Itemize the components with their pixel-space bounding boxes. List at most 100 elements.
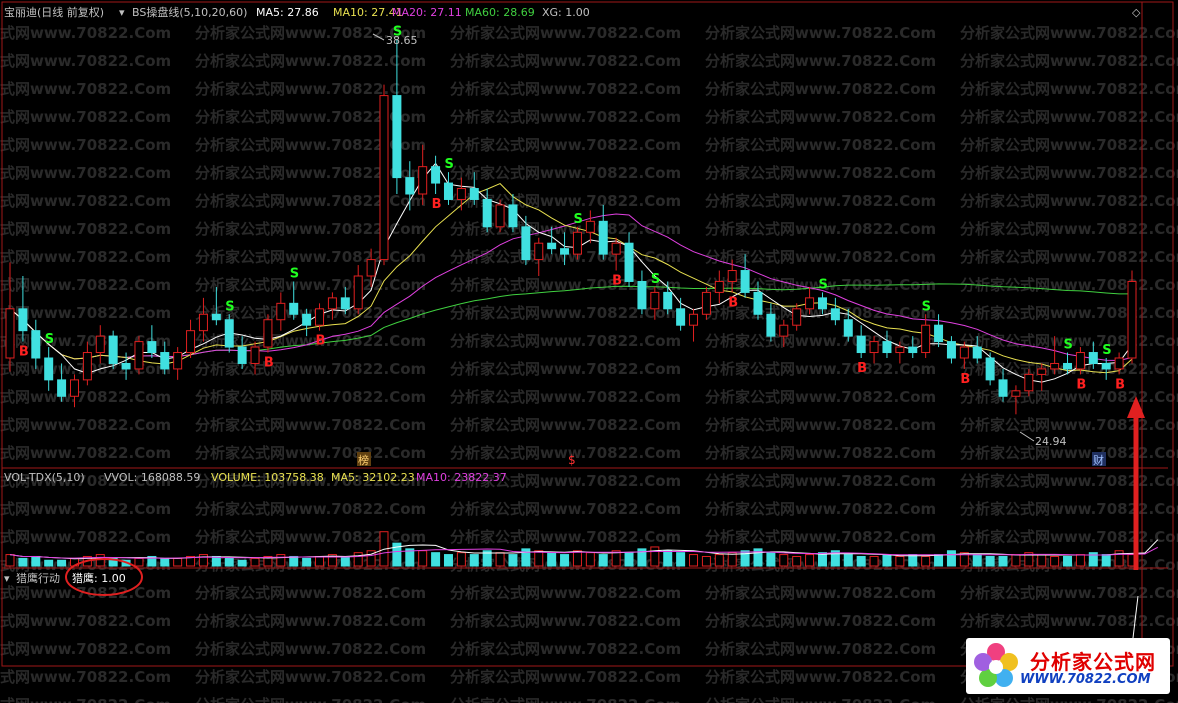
watermark-text: 分析家公式网www.70822.Com [960, 584, 1178, 602]
candle-down [740, 270, 750, 293]
volume-bar [57, 559, 67, 567]
sell-marker: S [818, 277, 827, 292]
watermark-text: 分析家公式网www.70822.Com [450, 388, 681, 406]
volume-bar [650, 546, 660, 567]
volume-bar [456, 552, 466, 567]
watermark-text: 分析家公式网www.70822.Com [195, 528, 426, 546]
watermark-text: 分析家公式网www.70822.Com [705, 52, 936, 70]
arrow-down-icon[interactable]: ▾ [119, 6, 125, 19]
candle-up [456, 188, 466, 200]
candle-up [689, 313, 699, 326]
sell-marker: S [290, 266, 299, 281]
volume-bar [5, 554, 15, 567]
volume-bar [663, 550, 673, 567]
candle-down [1088, 352, 1098, 364]
watermark-text: 分析家公式网www.70822.Com [450, 136, 681, 154]
indicator-menu-icon[interactable]: ▾ [4, 572, 10, 585]
watermark-text: 分析家公式网www.70822.Com [705, 584, 936, 602]
watermark-text: 分析家公式网www.70822.Com [0, 416, 171, 434]
volume-value: VOLUME: 103758.38 [211, 471, 324, 484]
watermark-text: 分析家公式网www.70822.Com [450, 640, 681, 658]
watermark-text: 分析家公式网www.70822.Com [960, 108, 1178, 126]
candle-down [598, 220, 608, 255]
event-marker-cai[interactable]: 财 [1093, 453, 1104, 467]
candle-up [572, 231, 582, 255]
volume-bar [315, 555, 325, 567]
candle-down [856, 335, 866, 354]
volume-bar [534, 550, 544, 567]
volume-bar [198, 554, 208, 567]
watermark-text: 分析家公式网www.70822.Com [960, 192, 1178, 210]
watermark-text: 分析家公式网www.70822.Com [450, 416, 681, 434]
watermark-text: 分析家公式网www.70822.Com [960, 472, 1178, 490]
buy-marker: B [612, 274, 622, 289]
volume-bar [469, 554, 479, 567]
volume-bar [779, 554, 789, 567]
indicator-title: BS操盘线(5,10,20,60) [132, 5, 247, 19]
watermark-text: 分析家公式网www.70822.Com [705, 388, 936, 406]
candle-up [611, 242, 621, 255]
watermark-text: 分析家公式网www.70822.Com [0, 444, 171, 462]
watermark-text: 分析家公式网www.70822.Com [0, 640, 171, 658]
candle-down [160, 352, 170, 370]
volume-bar [882, 554, 892, 567]
candle-down [676, 308, 686, 326]
bottom-indicator-title: 猎鹰行动 [16, 571, 60, 585]
sell-marker: S [922, 299, 931, 314]
high-price-label: 38.65 [386, 34, 418, 47]
volume-ma5-value: MA5: 32102.23 [331, 471, 415, 484]
watermark-text: 分析家公式网www.70822.Com [450, 612, 681, 630]
watermark-text: 分析家公式网www.70822.Com [195, 192, 426, 210]
candle-up [869, 341, 879, 354]
event-marker-dollar[interactable]: $ [568, 453, 576, 467]
volume-bar [869, 555, 879, 567]
candle-down [44, 357, 54, 381]
watermark-text: 分析家公式网www.70822.Com [195, 612, 426, 630]
watermark-text: 分析家公式网www.70822.Com [450, 52, 681, 70]
candle-up [495, 204, 505, 228]
volume-bar [340, 555, 350, 567]
volume-bar [276, 554, 286, 567]
volume-bar [1011, 554, 1021, 567]
volume-bar [740, 550, 750, 567]
watermark-text: 分析家公式网www.70822.Com [705, 444, 936, 462]
candle-down [340, 297, 350, 310]
watermark-text: 分析家公式网www.70822.Com [0, 388, 171, 406]
watermark-text: 分析家公式网www.70822.Com [450, 360, 681, 378]
candle-down [31, 330, 41, 359]
candle-down [908, 346, 918, 354]
candle-down [830, 308, 840, 321]
volume-bar [18, 557, 28, 567]
watermark-text: 分析家公式网www.70822.Com [450, 528, 681, 546]
event-marker-bang[interactable]: 榜 [358, 453, 369, 467]
ma20-value: MA20: 27.11 [392, 6, 462, 19]
candle-down [753, 291, 763, 315]
volume-bar [598, 554, 608, 567]
volume-bar [521, 548, 531, 567]
candle-up [959, 346, 969, 359]
buy-marker: B [1076, 377, 1086, 392]
volume-bar [843, 554, 853, 567]
volume-bar [1114, 550, 1124, 567]
expand-diamond-icon[interactable]: ◇ [1132, 6, 1141, 19]
watermark-text: 分析家公式网www.70822.Com [0, 500, 171, 518]
watermark-text: 分析家公式网www.70822.Com [960, 80, 1178, 98]
volume-bar [908, 554, 918, 567]
volume-bar [224, 557, 234, 567]
volume-bar [44, 559, 54, 567]
volume-bar [560, 554, 570, 567]
volume-bar [701, 555, 711, 567]
watermark-text: 分析家公式网www.70822.Com [960, 528, 1178, 546]
watermark-text: 分析家公式网www.70822.Com [705, 136, 936, 154]
watermark-text: 分析家公式网www.70822.Com [450, 668, 681, 686]
candle-up [186, 330, 196, 354]
watermark-text: 分析家公式网www.70822.Com [960, 164, 1178, 182]
candle-up [805, 297, 815, 310]
low-price-label: 24.94 [1035, 435, 1067, 448]
candle-down [57, 379, 67, 397]
volume-bar [985, 555, 995, 567]
volume-bar [443, 554, 453, 567]
watermark-text: 分析家公式网www.70822.Com [195, 360, 426, 378]
volume-bar [1075, 554, 1085, 567]
candle-down [521, 226, 531, 261]
